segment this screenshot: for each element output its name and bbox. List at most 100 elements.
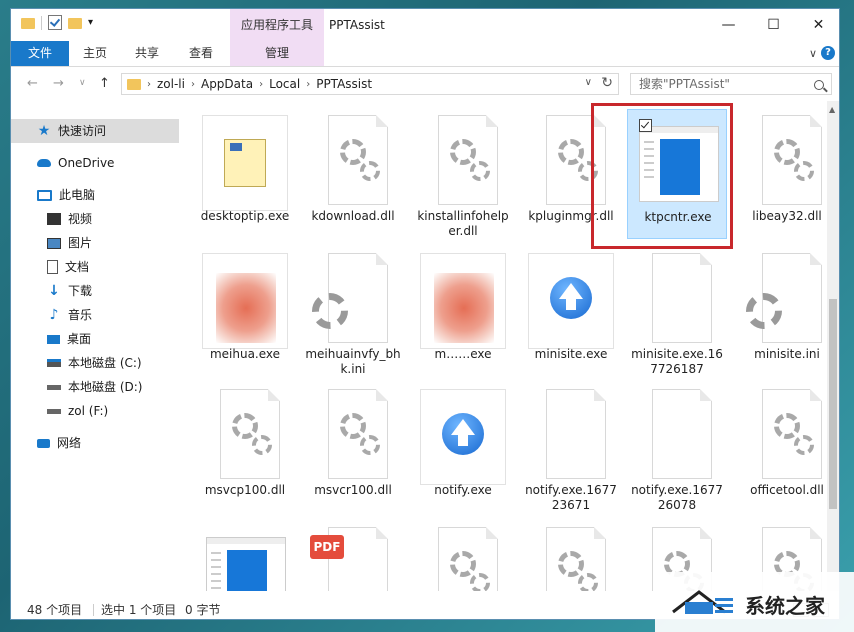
chevron-down-icon[interactable]: ∨ [585, 77, 592, 88]
settings-file-icon [310, 389, 396, 485]
sidebar-item-videos[interactable]: 视频 [11, 207, 179, 231]
file-item[interactable]: notify.exe.167726078 [627, 383, 727, 513]
file-item[interactable]: meihuainvfy_bhk.ini [303, 247, 403, 377]
file-item[interactable]: desktoptip.exe [195, 109, 295, 239]
navigation-bar: ← → ∨ ↑ › zol-li › AppData › Local › PPT… [11, 67, 839, 101]
file-item[interactable]: officetool.dll [737, 383, 829, 513]
title-bar: ▾ 应用程序工具 PPTAssist — ☐ ✕ [11, 9, 839, 41]
checkbox-icon[interactable] [639, 119, 652, 132]
selection-count: 选中 1 个项目 [101, 603, 177, 617]
refresh-icon[interactable]: ↻ [601, 75, 613, 91]
file-item[interactable] [413, 521, 513, 591]
sidebar-item-pictures[interactable]: 图片 [11, 231, 179, 255]
settings-file-icon [310, 253, 396, 349]
watermark: 系统之家 [655, 572, 854, 632]
breadcrumb-local[interactable]: Local [269, 77, 300, 91]
file-item[interactable]: kpluginmgr.dll [521, 109, 621, 239]
sidebar-item-drive-c[interactable]: 本地磁盘 (C:) [11, 351, 179, 375]
file-item[interactable]: notify.exe.167723671 [521, 383, 621, 513]
network-icon [37, 438, 50, 448]
file-item[interactable]: minisite.exe [521, 247, 621, 377]
back-icon[interactable]: ← [27, 76, 38, 91]
search-icon[interactable] [814, 80, 824, 90]
file-item[interactable]: msvcr100.dll [303, 383, 403, 513]
help-icon[interactable]: ? [821, 46, 835, 60]
file-item[interactable]: ktpcntr.exe [627, 109, 727, 239]
expand-ribbon-icon[interactable]: ∨ [809, 47, 817, 60]
sidebar-item-this-pc[interactable]: 此电脑 [11, 183, 179, 207]
maximize-button[interactable]: ☐ [751, 9, 796, 41]
minimize-button[interactable]: — [706, 9, 751, 41]
breadcrumb-zol-li[interactable]: zol-li [157, 77, 185, 91]
pdf-file-icon: PDF [310, 527, 396, 591]
file-name: msvcp100.dll [204, 483, 286, 497]
scrollbar-thumb[interactable] [829, 299, 837, 509]
file-item[interactable] [521, 521, 621, 591]
file-grid: desktoptip.exe kdownload.dll kinstallinfoh… [181, 101, 829, 591]
sidebar-item-onedrive[interactable]: OneDrive [11, 151, 179, 175]
sidebar-item-quick-access[interactable]: ★ 快速访问 [11, 119, 179, 143]
properties-icon[interactable] [48, 15, 62, 31]
breadcrumb-pptassist[interactable]: PPTAssist [316, 77, 372, 91]
breadcrumb-appdata[interactable]: AppData [201, 77, 253, 91]
file-name: msvcr100.dll [314, 483, 392, 497]
tab-view[interactable]: 查看 [179, 41, 223, 66]
file-item[interactable]: libeay32.dll [737, 109, 829, 239]
sidebar-item-documents[interactable]: 文档 [11, 255, 179, 279]
forward-icon[interactable]: → [53, 76, 64, 91]
app-icon [635, 116, 721, 212]
new-folder-icon[interactable] [68, 15, 82, 31]
address-bar[interactable]: › zol-li › AppData › Local › PPTAssist ∨… [121, 73, 619, 95]
navigation-pane: ★ 快速访问 OneDrive 此电脑 视频 图片 文档 ↓ 下载 ♪ 音乐 桌面 本… [11, 101, 181, 591]
file-item[interactable]: notify.exe [413, 383, 513, 513]
file-name: minisite.exe [534, 347, 608, 361]
pdf-label: PDF [310, 535, 344, 559]
file-name: minisite.exe.167726187 [631, 347, 723, 376]
file-item[interactable]: minisite.ini [737, 247, 829, 377]
vertical-scrollbar[interactable]: ▲ [827, 101, 839, 591]
customize-toolbar-icon[interactable]: ▾ [88, 15, 102, 31]
sidebar-item-desktop[interactable]: 桌面 [11, 327, 179, 351]
sidebar-item-network[interactable]: 网络 [11, 431, 179, 455]
folder-icon [127, 78, 141, 90]
chevron-right-icon: › [147, 78, 151, 90]
video-icon [47, 213, 61, 225]
document-icon [47, 260, 58, 274]
file-item[interactable]: PDF [303, 521, 403, 591]
file-item[interactable]: meihua.exe [195, 247, 295, 377]
app-icon [202, 527, 288, 591]
tab-home[interactable]: 主页 [73, 41, 117, 66]
recent-locations-icon[interactable]: ∨ [79, 78, 86, 88]
file-item[interactable]: msvcp100.dll [195, 383, 295, 513]
file-item[interactable]: kdownload.dll [303, 109, 403, 239]
drive-c-icon [47, 359, 61, 367]
sidebar-item-drive-d[interactable]: 本地磁盘 (D:) [11, 375, 179, 399]
tab-file[interactable]: 文件 [11, 41, 69, 66]
file-name: notify.exe [434, 483, 492, 497]
file-name: m……exe [434, 347, 492, 361]
star-icon: ★ [37, 123, 51, 139]
sidebar-item-drive-f[interactable]: zol (F:) [11, 399, 179, 423]
file-name: kdownload.dll [311, 209, 395, 223]
file-item[interactable]: m……exe [413, 247, 513, 377]
file-item[interactable]: minisite.exe.167726187 [627, 247, 727, 377]
sidebar-item-downloads[interactable]: ↓ 下载 [11, 279, 179, 303]
file-item[interactable]: kinstallinfohelper.dll [413, 109, 513, 239]
tab-share[interactable]: 共享 [125, 41, 169, 66]
picture-icon [47, 237, 61, 249]
close-button[interactable]: ✕ [796, 9, 839, 41]
search-input[interactable]: 搜索"PPTAssist" [630, 73, 832, 95]
folder-icon [21, 15, 35, 31]
sidebar-item-music[interactable]: ♪ 音乐 [11, 303, 179, 327]
up-icon[interactable]: ↑ [99, 76, 110, 91]
scroll-up-icon[interactable]: ▲ [829, 105, 835, 114]
download-icon: ↓ [48, 283, 60, 299]
settings-file-icon [202, 389, 288, 485]
music-icon: ♪ [49, 307, 59, 323]
ribbon-tabs: 文件 主页 共享 查看 管理 ∨ ? [11, 41, 839, 67]
item-count: 48 个项目 [27, 603, 83, 617]
upload-arrow-icon [528, 253, 614, 349]
file-item[interactable] [195, 521, 295, 591]
computer-icon [37, 189, 52, 201]
tab-manage[interactable]: 管理 [230, 41, 324, 66]
